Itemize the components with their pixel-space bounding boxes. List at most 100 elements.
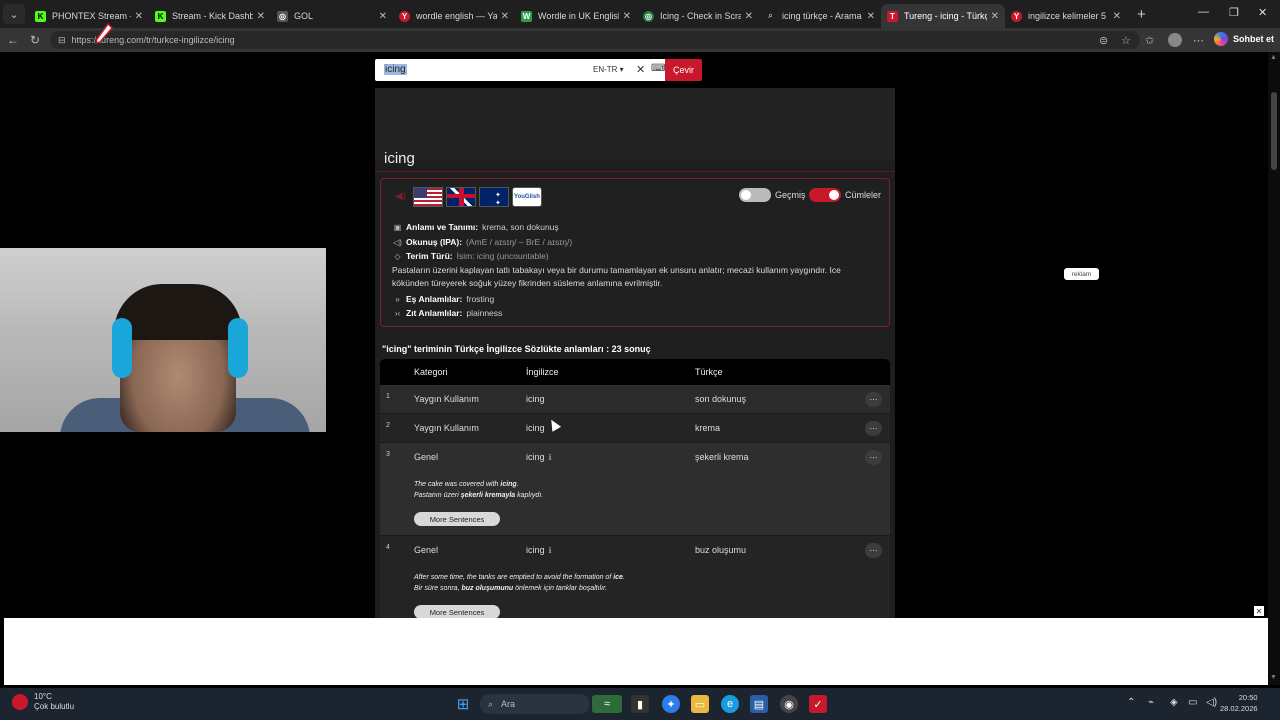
au-flag-icon[interactable] bbox=[479, 187, 509, 207]
more-options-icon[interactable]: ⋯ bbox=[865, 421, 882, 436]
scroll-down-icon[interactable]: ▼ bbox=[1270, 674, 1277, 681]
tab-tureng[interactable]: T Tureng - icing - Türkçe ✕ bbox=[881, 4, 1005, 28]
close-icon[interactable]: ✕ bbox=[867, 11, 875, 22]
volume-icon[interactable]: ◁) bbox=[1206, 697, 1217, 708]
close-icon[interactable]: ✕ bbox=[623, 11, 631, 22]
news-widget-icon[interactable]: ≈ bbox=[592, 695, 622, 713]
avatar[interactable] bbox=[1168, 33, 1182, 47]
tab-phontex[interactable]: K PHONTEX Stream - Wat ✕ bbox=[29, 4, 149, 28]
edge-icon[interactable]: e bbox=[721, 695, 739, 713]
tureng-icon: T bbox=[887, 10, 898, 22]
tab-search-results[interactable]: ⌕ icing türkçe - Arama ✕ bbox=[759, 4, 881, 28]
row-english[interactable]: icing bbox=[526, 452, 545, 462]
restore-icon[interactable]: ❐ bbox=[1229, 6, 1239, 19]
tab-wordle-uk[interactable]: W Wordle in UK English - W ✕ bbox=[515, 4, 637, 28]
display-icon[interactable]: ▭ bbox=[1188, 697, 1197, 708]
row-english[interactable]: icing bbox=[526, 545, 545, 555]
close-ad-icon[interactable]: ✕ bbox=[1254, 606, 1264, 616]
tab-search-icon[interactable]: ⌄ bbox=[3, 4, 25, 24]
row-english[interactable]: icing bbox=[526, 423, 545, 433]
network-icon[interactable]: ⌁ bbox=[1148, 697, 1154, 708]
site-info-icon[interactable]: ⊟ bbox=[58, 35, 66, 46]
taskbar-search[interactable]: ⌕ Ara bbox=[480, 694, 590, 714]
url-field[interactable]: ⊟ https://tureng.com/tr/turkce-ingilizce… bbox=[50, 31, 1140, 49]
tab-scrabble[interactable]: ◎ Icing - Check in Scrabbl ✕ bbox=[637, 4, 759, 28]
history-toggle[interactable]: Geçmiş bbox=[739, 188, 806, 202]
favorites-icon[interactable]: ✩ bbox=[1145, 34, 1154, 47]
menu-dots-icon[interactable]: ⋯ bbox=[1193, 34, 1204, 47]
tab-kick-dashboard[interactable]: K Stream - Kick Dashboar ✕ bbox=[149, 4, 271, 28]
close-window-icon[interactable]: ✕ bbox=[1258, 6, 1267, 19]
store-icon[interactable]: ▤ bbox=[750, 695, 768, 713]
tab-wordle-yandex[interactable]: Y wordle english — Yande ✕ bbox=[393, 4, 515, 28]
ad-label[interactable]: reklam bbox=[1064, 268, 1099, 280]
synonyms-value[interactable]: frosting bbox=[466, 294, 494, 304]
us-flag-icon[interactable] bbox=[413, 187, 443, 207]
sentences-toggle[interactable]: Cümleler bbox=[809, 188, 881, 202]
example-turkish: Pastanın üzeri şekerli kremayla kaplıydı… bbox=[414, 490, 543, 501]
description-text: Pastaların üzerini kaplayan tatlı tabaka… bbox=[392, 265, 841, 288]
youglish-icon[interactable]: YouGlish bbox=[512, 187, 542, 207]
info-icon[interactable]: ℹ bbox=[549, 546, 552, 555]
language-select[interactable]: EN-TR ▾ bbox=[593, 65, 624, 74]
kick-icon: K bbox=[35, 10, 46, 22]
more-options-icon[interactable]: ⋯ bbox=[865, 543, 882, 558]
close-icon[interactable]: ✕ bbox=[991, 11, 999, 22]
ad-banner bbox=[375, 88, 895, 160]
sentences-switch[interactable] bbox=[809, 188, 841, 202]
keyboard-icon[interactable]: ⌨ bbox=[651, 63, 665, 74]
example-turkish: Bir süre sonra, buz oluşumunu önlemek iç… bbox=[414, 583, 625, 594]
row-turkish[interactable]: buz oluşumu bbox=[695, 545, 746, 555]
copilot-icon[interactable]: ✦ bbox=[662, 695, 680, 713]
close-icon[interactable]: ✕ bbox=[257, 11, 265, 22]
more-sentences-button[interactable]: More Sentences bbox=[414, 512, 500, 526]
row-turkish[interactable]: şekerli krema bbox=[695, 452, 749, 462]
example-text: . bbox=[516, 481, 519, 488]
back-icon[interactable]: ← bbox=[2, 33, 24, 47]
uk-flag-icon[interactable] bbox=[446, 187, 476, 207]
row-turkish[interactable]: krema bbox=[695, 423, 720, 433]
bookmark-star-icon[interactable]: ☆ bbox=[1121, 34, 1131, 47]
ipa-row: ◁) Okunuş (IPA): (AmE / aɪsɪŋ/ – BrE / a… bbox=[392, 237, 572, 247]
windows-start-icon[interactable]: ⊞ bbox=[454, 695, 472, 713]
search-input[interactable]: icing EN-TR ▾ ✕ ⌨ bbox=[375, 59, 665, 81]
close-icon[interactable]: ✕ bbox=[745, 11, 753, 22]
row-english[interactable]: icing bbox=[526, 394, 545, 404]
tab-ingilizce-kelimeler[interactable]: Y ingilizce kelimeler 5 har ✕ bbox=[1005, 4, 1127, 28]
minimize-icon[interactable]: — bbox=[1198, 6, 1209, 18]
translate-icon[interactable]: ⊜ bbox=[1099, 34, 1108, 47]
vertical-scrollbar[interactable]: ▲ ▼ bbox=[1268, 52, 1280, 685]
translate-button[interactable]: Çevir bbox=[665, 59, 702, 81]
copilot-chat-button[interactable]: Sohbet et bbox=[1214, 32, 1274, 46]
page-viewport: icing EN-TR ▾ ✕ ⌨ Çevir icing ◀) YouGlis… bbox=[0, 52, 1268, 618]
obs-icon[interactable]: ◉ bbox=[780, 695, 798, 713]
reload-icon[interactable]: ↻ bbox=[24, 33, 46, 47]
tab-gol[interactable]: ◎ GOL ✕ bbox=[271, 4, 393, 28]
clear-icon[interactable]: ✕ bbox=[636, 63, 645, 76]
more-options-icon[interactable]: ⋯ bbox=[865, 450, 882, 465]
row-turkish[interactable]: son dokunuş bbox=[695, 394, 746, 404]
history-switch[interactable] bbox=[739, 188, 771, 202]
file-explorer-icon[interactable]: ▭ bbox=[691, 695, 709, 713]
app-icon[interactable]: ✓ bbox=[809, 695, 827, 713]
task-view-icon[interactable]: ▮ bbox=[631, 695, 649, 713]
new-tab-button[interactable]: + bbox=[1137, 6, 1146, 23]
system-clock[interactable]: 20:50 28.02.2026 bbox=[1220, 692, 1258, 714]
term-type-label: Terim Türü: bbox=[406, 251, 453, 261]
close-icon[interactable]: ✕ bbox=[379, 11, 387, 22]
scrabble-icon: ◎ bbox=[643, 10, 654, 22]
close-icon[interactable]: ✕ bbox=[501, 11, 509, 22]
speaker-icon[interactable]: ◀) bbox=[395, 191, 406, 202]
antonyms-value[interactable]: plainness bbox=[466, 308, 502, 318]
info-icon[interactable]: ℹ bbox=[549, 453, 552, 462]
close-icon[interactable]: ✕ bbox=[135, 11, 143, 22]
tray-chevron-icon[interactable]: ⌃ bbox=[1127, 697, 1135, 708]
more-sentences-button[interactable]: More Sentences bbox=[414, 605, 500, 618]
weather-widget[interactable]: 10°C Çok bulutlu bbox=[12, 692, 74, 712]
location-icon[interactable]: ◈ bbox=[1170, 697, 1178, 708]
more-options-icon[interactable]: ⋯ bbox=[865, 392, 882, 407]
scrollbar-thumb[interactable] bbox=[1271, 92, 1277, 170]
scroll-up-icon[interactable]: ▲ bbox=[1270, 54, 1277, 61]
close-icon[interactable]: ✕ bbox=[1113, 11, 1121, 22]
tag-icon: ◇ bbox=[394, 251, 401, 261]
